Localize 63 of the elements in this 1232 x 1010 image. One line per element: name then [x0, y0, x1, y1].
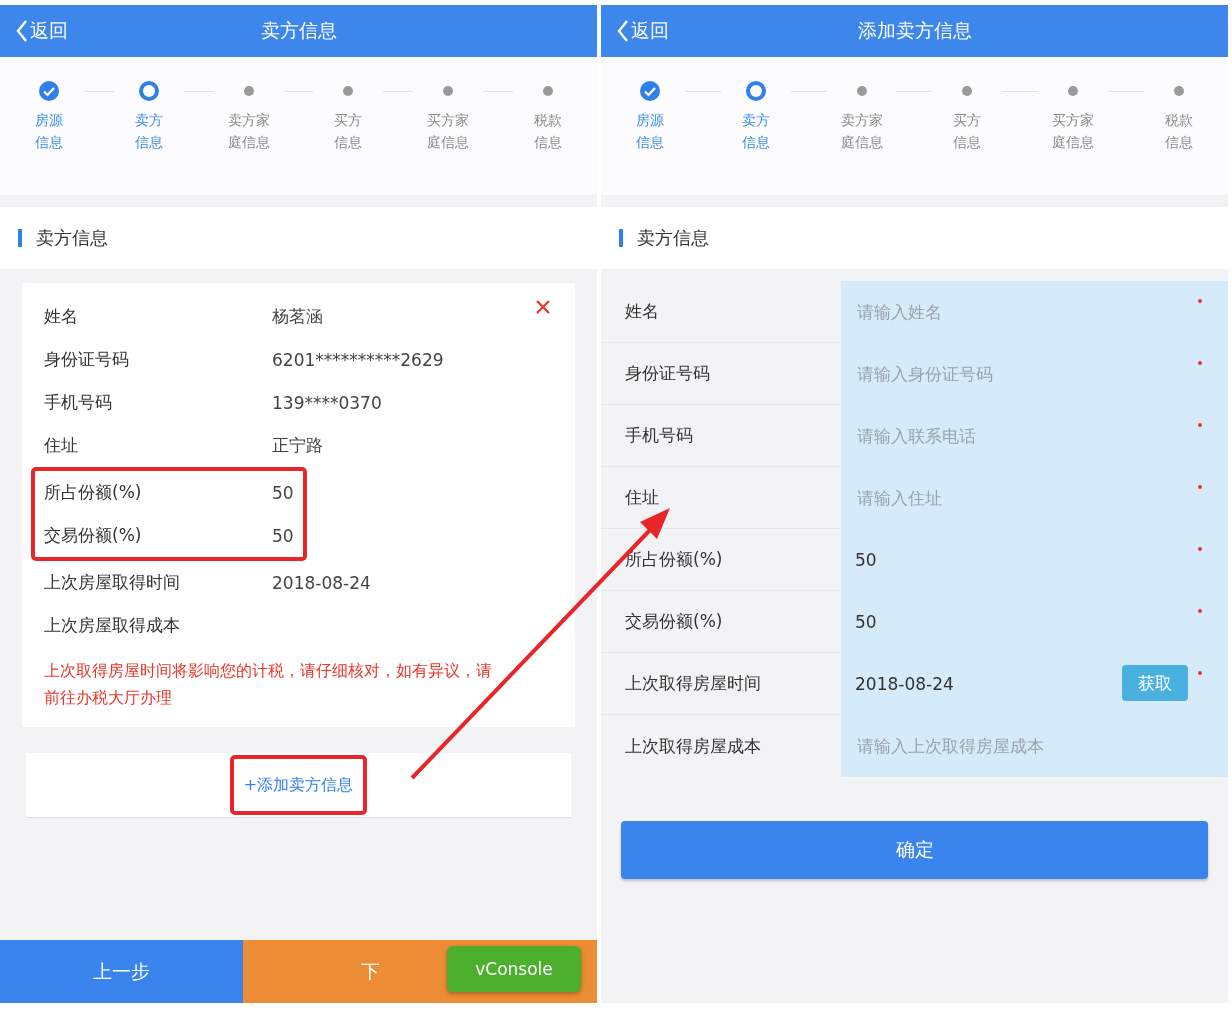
step-label: 买方家 庭信息: [1052, 111, 1095, 152]
previous-step-button[interactable]: 上一步: [0, 940, 243, 1003]
add-seller-button[interactable]: +添加卖方信息: [229, 755, 368, 815]
step-label: 卖方 信息: [741, 111, 770, 152]
text-input[interactable]: 请输入联系电话: [855, 425, 1159, 447]
close-icon[interactable]: [535, 299, 551, 315]
field-value: 2018-08-24: [272, 572, 371, 593]
field-label: 住址: [44, 434, 79, 457]
field-label: 身份证号码: [44, 348, 130, 371]
field-label: 所占份额(%): [44, 481, 143, 504]
field-label: 上次房屋取得时间: [44, 571, 181, 594]
step-label: 买方家 庭信息: [427, 111, 470, 152]
step-label: 房源 信息: [35, 111, 63, 152]
field-value: 杨茗涵: [272, 305, 323, 328]
step-label: 买方 信息: [334, 111, 363, 152]
step-label: 卖方 信息: [134, 111, 163, 152]
step-label: 买方 信息: [953, 111, 982, 152]
field-label: 身份证号码: [625, 362, 710, 385]
field-label: 姓名: [44, 305, 79, 328]
step-label: 税款 信息: [534, 111, 562, 152]
step-label: 卖方家 庭信息: [227, 111, 270, 152]
text-input[interactable]: 请输入姓名: [855, 301, 1159, 323]
input-field[interactable]: 50: [841, 591, 1228, 653]
input-field[interactable]: 50: [841, 529, 1228, 591]
field-value: 50: [272, 525, 294, 546]
input-field[interactable]: 请输入住址: [841, 467, 1228, 529]
page-title: 卖方信息: [260, 19, 337, 41]
input-field[interactable]: 请输入姓名: [841, 281, 1228, 343]
back-button[interactable]: 返回: [0, 11, 68, 51]
chevron-left-icon: [16, 19, 28, 43]
warning-text: 上次取得房屋时间将影响您的计税，请仔细核对，如有异议，请前往办税大厅办理: [44, 660, 493, 709]
field-value: 139****0370: [272, 392, 382, 413]
step-label: 房源 信息: [636, 111, 664, 152]
section-title: 卖方信息: [637, 226, 709, 250]
field-label: 住址: [625, 486, 659, 509]
field-label: 手机号码: [625, 424, 693, 447]
vconsole-button[interactable]: vConsole: [447, 946, 581, 992]
field-label: 交易份额(%): [625, 610, 723, 633]
field-label: 所占份额(%): [625, 548, 723, 571]
input-field[interactable]: 请输入联系电话: [841, 405, 1228, 467]
field-label: 手机号码: [44, 391, 113, 414]
chevron-left-icon: [617, 19, 629, 43]
step-label: 税款 信息: [1165, 111, 1193, 152]
fetch-button[interactable]: 获取: [1122, 665, 1188, 701]
field-value: 50: [272, 482, 294, 503]
back-button[interactable]: 返回: [601, 11, 669, 51]
field-value: 正宁路: [272, 434, 323, 457]
text-input[interactable]: 请输入身份证号码: [855, 363, 1159, 385]
field-label: 姓名: [625, 300, 659, 323]
input-field[interactable]: 2018-08-24 获取: [841, 653, 1228, 715]
field-label: 上次房屋取得成本: [44, 614, 181, 637]
field-label: 上次取得房屋成本: [625, 734, 761, 758]
section-title: 卖方信息: [36, 226, 108, 250]
field-label: 上次取得房屋时间: [625, 672, 761, 695]
field-label: 交易份额(%): [44, 524, 143, 547]
page-title: 添加卖方信息: [857, 19, 972, 41]
input-field[interactable]: 请输入上次取得房屋成本: [841, 715, 1228, 777]
field-value: 6201**********2629: [272, 349, 444, 370]
input-field[interactable]: 请输入身份证号码: [841, 343, 1228, 405]
step-label: 卖方家 庭信息: [840, 111, 883, 152]
text-input[interactable]: 请输入上次取得房屋成本: [855, 735, 1159, 757]
text-input[interactable]: 请输入住址: [855, 487, 1159, 509]
confirm-button[interactable]: 确定: [621, 821, 1208, 879]
